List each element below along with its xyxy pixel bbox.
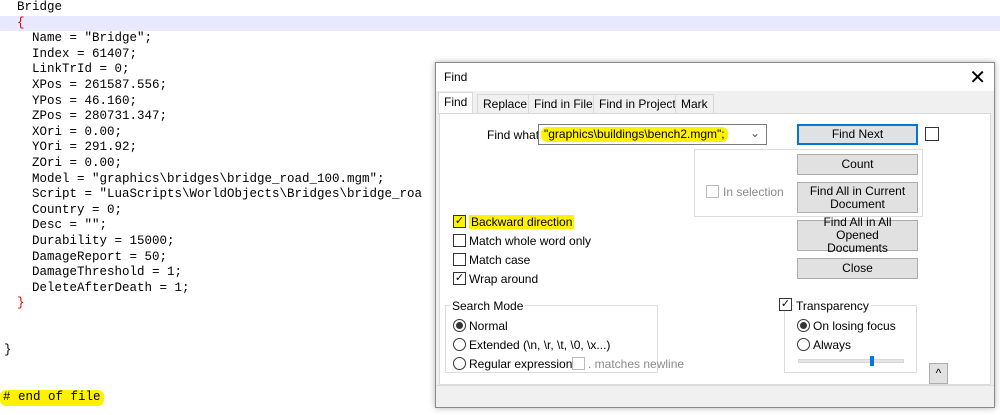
status-bar — [436, 385, 994, 407]
line-text: Script = "LuaScripts\WorldObjects\Bridge… — [32, 187, 423, 202]
line-text: ZOri = 0.00; — [32, 156, 123, 170]
wrap-around-label: Wrap around — [469, 272, 539, 286]
always-radio[interactable] — [797, 338, 810, 351]
chevron-down-icon[interactable]: ⌄ — [750, 126, 760, 140]
line-text: LinkTrId = 0; — [32, 62, 130, 77]
line-text: { — [17, 15, 25, 30]
dialog-title-bar: Find ✕ — [436, 63, 994, 91]
line-text: YOri = 291.92; — [32, 140, 138, 155]
editor-line: Name = "Bridge"; — [0, 31, 1000, 47]
tab-replace[interactable]: Replace — [477, 94, 534, 113]
line-text: XPos = 261587.556; — [32, 78, 168, 92]
line-text: Desc = ""; — [32, 218, 108, 233]
always-label: Always — [813, 338, 852, 352]
transparency-checkbox[interactable]: ✓ — [779, 298, 792, 311]
line-text: Country = 0; — [32, 202, 123, 217]
collapse-button[interactable]: ^ — [929, 363, 948, 384]
backward-direction-checkbox[interactable]: ✓ — [453, 215, 466, 228]
line-text: Durability = 15000; — [32, 234, 175, 248]
line-text: YPos = 46.160; — [32, 93, 138, 108]
in-selection-label: In selection — [723, 185, 784, 199]
line-text: Index = 61407; — [32, 46, 138, 61]
match-whole-word-label: Match whole word only — [469, 234, 592, 248]
normal-radio[interactable] — [453, 319, 466, 332]
close-button[interactable]: Close — [797, 258, 918, 279]
editor-line: Bridge — [0, 0, 1000, 16]
line-text: # end of file — [0, 390, 104, 406]
match-case-checkbox[interactable] — [453, 253, 466, 266]
line-text: } — [4, 343, 12, 358]
find-what-label: Find what : — [487, 128, 546, 142]
dialog-title: Find — [444, 70, 468, 84]
line-text: XOri = 0.00; — [32, 124, 123, 139]
tab-find-in-projects[interactable]: Find in Projects — [593, 94, 688, 113]
line-text: ZPos = 280731.347; — [32, 109, 168, 124]
matches-newline-checkbox[interactable] — [572, 357, 585, 370]
editor-line: { — [0, 15, 1000, 32]
find-next-button[interactable]: Find Next — [797, 124, 918, 145]
editor-line: Index = 61407; — [0, 47, 1000, 63]
transparency-label: Transparency — [794, 299, 871, 313]
on-losing-focus-label: On losing focus — [813, 319, 896, 333]
in-selection-checkbox[interactable] — [706, 185, 719, 198]
regex-radio[interactable] — [453, 357, 466, 370]
line-text: DamageReport = 50; — [32, 249, 168, 264]
regex-label: Regular expression — [469, 357, 573, 371]
find-dialog: Find ✕ Find Replace Find in Files Find i… — [435, 62, 995, 408]
line-text: Model = "graphics\bridges\bridge_road_10… — [32, 171, 385, 186]
on-losing-focus-radio[interactable] — [797, 319, 810, 332]
wrap-around-checkbox[interactable]: ✓ — [453, 272, 466, 285]
line-text: DamageThreshold = 1; — [32, 265, 183, 280]
count-button[interactable]: Count — [797, 154, 918, 175]
search-mode-title: Search Mode — [450, 299, 526, 313]
find-what-input[interactable]: "graphics\buildings\bench2.mgm"; — [541, 127, 728, 142]
find-all-opened-button[interactable]: Find All in All Opened Documents — [797, 216, 918, 255]
find-next-option-checkbox[interactable] — [925, 127, 939, 141]
transparency-slider[interactable] — [798, 356, 904, 366]
find-all-current-button[interactable]: Find All in Current Document — [797, 182, 918, 213]
normal-label: Normal — [469, 319, 508, 333]
tab-find[interactable]: Find — [438, 92, 474, 114]
line-text: } — [17, 296, 25, 311]
close-icon[interactable]: ✕ — [969, 65, 986, 90]
extended-radio[interactable] — [453, 338, 466, 351]
line-text: DeleteAfterDeath = 1; — [32, 280, 190, 295]
find-what-combobox[interactable]: "graphics\buildings\bench2.mgm"; ⌄ — [538, 124, 767, 145]
match-case-label: Match case — [469, 253, 531, 267]
extended-label: Extended (\n, \r, \t, \0, \x...) — [469, 338, 611, 352]
line-text: Name = "Bridge"; — [32, 31, 153, 46]
matches-newline-label: . matches newline — [588, 357, 685, 371]
match-whole-word-checkbox[interactable] — [453, 234, 466, 247]
line-text: Bridge — [17, 0, 63, 14]
backward-direction-label: Backward direction — [469, 215, 575, 229]
slider-thumb[interactable] — [870, 356, 875, 366]
tab-mark[interactable]: Mark — [675, 94, 714, 113]
